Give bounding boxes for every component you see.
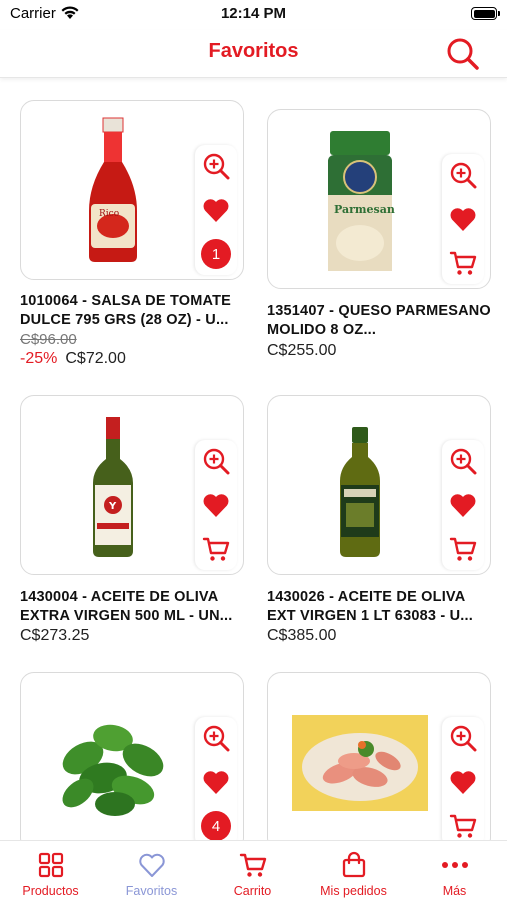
clock: 12:14 PM (220, 5, 287, 22)
product-name: 1351407 - QUESO PARMESANO MOLIDO 8 OZ... (267, 303, 491, 338)
product-image-basil[interactable] (29, 681, 197, 845)
product-image-olive-oil-1lt[interactable] (276, 404, 444, 568)
product-image-shrimp-platter[interactable] (276, 681, 444, 845)
cart-quantity-badge[interactable]: 1 (201, 239, 231, 269)
product-card[interactable]: Rico 1 (20, 100, 244, 280)
product-price-row: C$273.25 (20, 627, 89, 645)
grid-icon (0, 851, 101, 879)
heart-icon[interactable] (448, 204, 478, 234)
zoom-in-icon[interactable] (201, 446, 231, 476)
product-price-row: C$255.00 (267, 342, 336, 360)
tab-mis-pedidos[interactable]: Mis pedidos (303, 841, 404, 900)
product-image-olive-oil-500ml[interactable]: Y (29, 404, 197, 568)
tab-label: Carrito (233, 884, 272, 898)
svg-text:Parmesan: Parmesan (334, 203, 395, 216)
add-to-cart-icon[interactable] (448, 248, 478, 278)
status-bar: Carrier 12:14 PM (0, 0, 507, 30)
product-image-tomato-sauce[interactable]: Rico (29, 109, 197, 273)
product-price: C$273.25 (20, 627, 90, 644)
zoom-in-icon[interactable] (448, 723, 478, 753)
zoom-in-icon[interactable] (201, 151, 231, 181)
tab-label: Favoritos (125, 884, 178, 898)
product-name: 1010064 - SALSA DE TOMATE DULCE 795 GRS … (20, 293, 232, 328)
heart-icon[interactable] (201, 195, 231, 225)
product-actions: 4 (195, 717, 237, 847)
discount-label: -25% (20, 350, 58, 367)
zoom-in-icon[interactable] (448, 446, 478, 476)
product-actions: 1 (195, 145, 237, 275)
heart-icon[interactable] (201, 490, 231, 520)
heart-icon[interactable] (201, 767, 231, 797)
product-price-row: -25% C$72.00 (20, 350, 126, 368)
more-icon (404, 851, 505, 879)
product-price: C$255.00 (267, 342, 337, 359)
product-name: 1430026 - ACEITE DE OLIVA EXT VIRGEN 1 L… (267, 589, 473, 624)
tab-productos[interactable]: Productos (0, 841, 101, 900)
cart-icon (202, 851, 303, 879)
add-to-cart-icon[interactable] (448, 534, 478, 564)
product-actions (442, 154, 484, 284)
heart-outline-icon (101, 851, 202, 879)
search-icon[interactable] (443, 34, 483, 74)
product-price: C$385.00 (267, 627, 337, 644)
add-to-cart-icon[interactable] (201, 534, 231, 564)
tab-carrito[interactable]: Carrito (202, 841, 303, 900)
product-name: 1430004 - ACEITE DE OLIVA EXTRA VIRGEN 5… (20, 589, 233, 624)
product-actions (442, 440, 484, 570)
product-actions (195, 440, 237, 570)
heart-icon[interactable] (448, 490, 478, 520)
product-card[interactable]: Y (20, 395, 244, 575)
tab-favoritos[interactable]: Favoritos (101, 841, 202, 900)
product-card[interactable]: 4 (20, 672, 244, 852)
product-card[interactable]: Parmesan (267, 109, 491, 289)
product-old-price: C$96.00 (20, 331, 77, 348)
product-image-parmesan[interactable]: Parmesan (276, 118, 444, 282)
battery-icon (471, 7, 500, 20)
svg-text:Y: Y (108, 501, 117, 512)
tab-label: Productos (22, 884, 79, 898)
svg-text:Rico: Rico (99, 209, 119, 219)
nav-bar: Favoritos (0, 30, 507, 78)
zoom-in-icon[interactable] (201, 723, 231, 753)
product-price: C$72.00 (65, 350, 126, 367)
heart-icon[interactable] (448, 767, 478, 797)
tab-mas[interactable]: Más (404, 841, 505, 900)
page-title: Favoritos (208, 40, 299, 62)
product-card[interactable] (267, 395, 491, 575)
product-price-row: C$385.00 (267, 627, 336, 645)
product-card[interactable] (267, 672, 491, 852)
zoom-in-icon[interactable] (448, 160, 478, 190)
cart-quantity-badge[interactable]: 4 (201, 811, 231, 841)
tab-label: Más (442, 884, 467, 898)
tab-bar: Productos Favoritos Carrito Mis pedidos … (0, 840, 507, 900)
add-to-cart-icon[interactable] (448, 811, 478, 841)
bag-icon (303, 851, 404, 879)
tab-label: Mis pedidos (320, 884, 387, 898)
product-actions (442, 717, 484, 847)
